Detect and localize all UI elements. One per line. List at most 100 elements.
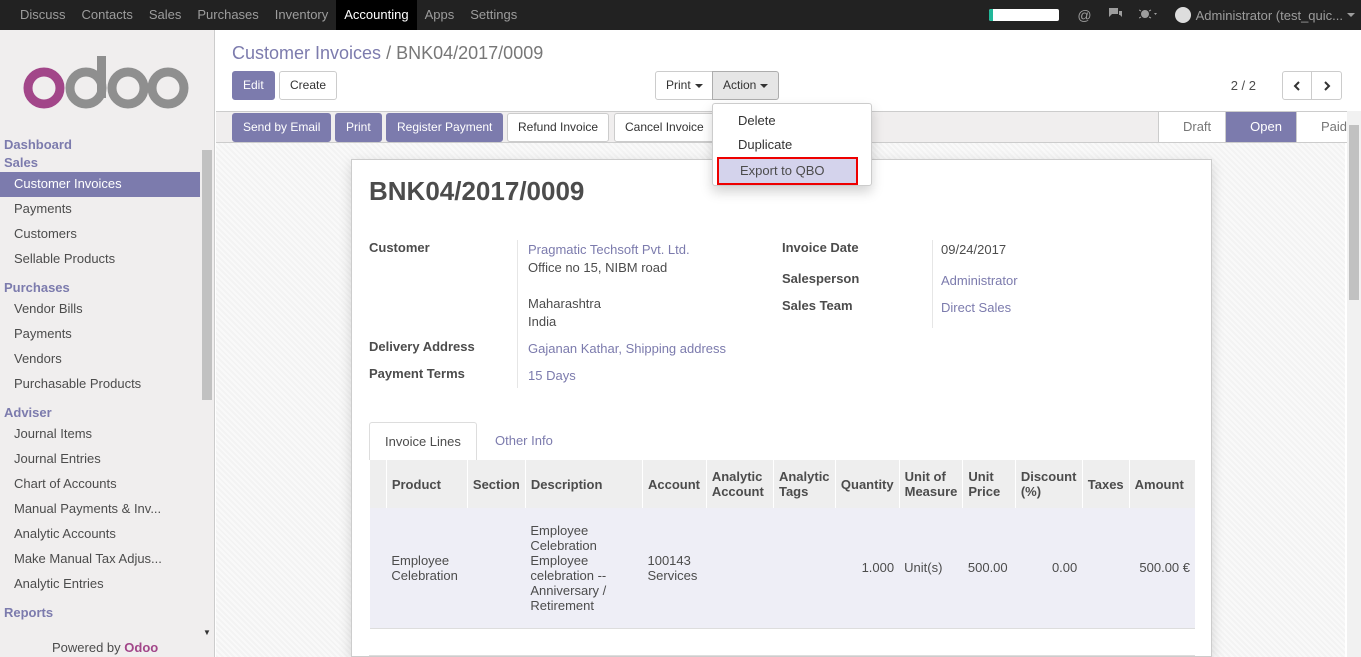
- cell-quantity: 1.000: [835, 508, 900, 629]
- sidebar-item-purchasable-products[interactable]: Purchasable Products: [0, 372, 200, 397]
- cancel-invoice-button[interactable]: Cancel Invoice: [614, 113, 715, 142]
- tab-other-info[interactable]: Other Info: [480, 422, 568, 462]
- powered-by: Powered by Odoo: [52, 640, 158, 655]
- breadcrumb-parent[interactable]: Customer Invoices: [232, 43, 381, 63]
- page-scrollbar[interactable]: [1347, 111, 1361, 657]
- sidebar-item-vendor-bills[interactable]: Vendor Bills: [0, 297, 200, 322]
- menu-item-delete[interactable]: Delete: [713, 109, 871, 133]
- scroll-down-icon[interactable]: ▼: [203, 628, 211, 637]
- pager-previous-button[interactable]: [1282, 71, 1312, 100]
- salesperson-value[interactable]: Administrator: [941, 273, 1018, 288]
- pager-next-button[interactable]: [1311, 71, 1342, 100]
- top-menu-purchases[interactable]: Purchases: [189, 0, 266, 30]
- chevron-left-icon: [1293, 81, 1300, 91]
- action-dropdown-label: Action: [723, 78, 757, 92]
- sidebar-item-analytic-accounts[interactable]: Analytic Accounts: [0, 522, 200, 547]
- create-button[interactable]: Create: [279, 71, 338, 100]
- sidebar-item-analytic-entries[interactable]: Analytic Entries: [0, 572, 200, 597]
- column-header-analytic-tags[interactable]: Analytic Tags: [772, 460, 836, 508]
- column-header-account[interactable]: Account: [641, 460, 707, 508]
- systray: @ Administrator (test_quic...: [989, 0, 1361, 30]
- cell-account: 100143 Services: [642, 508, 707, 629]
- odoo-logo[interactable]: [22, 52, 192, 115]
- cell-description: Employee Celebration Employee celebratio…: [525, 508, 643, 629]
- top-menu-sales[interactable]: Sales: [141, 0, 190, 30]
- sidebar-section-purchases: Purchases: [4, 280, 70, 295]
- sidebar-item-journal-items[interactable]: Journal Items: [0, 422, 200, 447]
- column-header-unit-price[interactable]: Unit Price: [962, 460, 1016, 508]
- invoice-sheet: BNK04/2017/0009 Customer Pragmatic Techs…: [351, 159, 1212, 657]
- menu-item-export-to-qbo[interactable]: Export to QBO: [717, 157, 858, 185]
- sidebar-item-chart-of-accounts[interactable]: Chart of Accounts: [0, 472, 200, 497]
- chevron-down-icon: [1347, 13, 1355, 17]
- refund-invoice-button[interactable]: Refund Invoice: [507, 113, 610, 142]
- delivery-address-label: Delivery Address: [369, 339, 475, 354]
- sales-team-value[interactable]: Direct Sales: [941, 300, 1011, 315]
- print-button[interactable]: Print: [335, 113, 382, 142]
- bug-icon[interactable]: [1138, 7, 1159, 23]
- stage-draft[interactable]: Draft: [1157, 112, 1226, 142]
- sidebar-item-payments[interactable]: Payments: [0, 197, 200, 222]
- top-menu-discuss[interactable]: Discuss: [12, 0, 74, 30]
- column-header-section[interactable]: Section: [466, 460, 526, 508]
- at-icon[interactable]: @: [1077, 7, 1091, 23]
- payment-terms-value[interactable]: 15 Days: [528, 368, 576, 383]
- top-menu-apps[interactable]: Apps: [417, 0, 463, 30]
- delivery-address-value[interactable]: Gajanan Kathar, Shipping address: [528, 341, 726, 356]
- cell-analytic-account: [706, 508, 774, 629]
- column-header-amount[interactable]: Amount: [1128, 460, 1195, 508]
- print-dropdown-button[interactable]: Print: [655, 71, 714, 100]
- print-dropdown-label: Print: [666, 78, 691, 92]
- sidebar-item-customers[interactable]: Customers: [0, 222, 200, 247]
- top-menu-contacts[interactable]: Contacts: [74, 0, 141, 30]
- edit-button[interactable]: Edit: [232, 71, 275, 100]
- column-header-description[interactable]: Description: [524, 460, 643, 508]
- sidebar-item-vendors[interactable]: Vendors: [0, 347, 200, 372]
- breadcrumb-separator: /: [386, 43, 392, 63]
- status-stages: Draft Open Paid: [1157, 112, 1361, 142]
- column-header-product[interactable]: Product: [385, 460, 468, 508]
- top-navbar: Discuss Contacts Sales Purchases Inventory Ac…: [0, 0, 1361, 30]
- sidebar-scrollbar[interactable]: [202, 150, 212, 400]
- sidebar-item-payments[interactable]: Payments: [0, 322, 200, 347]
- send-email-button[interactable]: Send by Email: [232, 113, 332, 142]
- action-dropdown-button[interactable]: Action: [712, 71, 780, 100]
- customer-address-line: Office no 15, NIBM road: [528, 260, 668, 275]
- top-menu-inventory[interactable]: Inventory: [267, 0, 336, 30]
- powered-brand[interactable]: Odoo: [124, 640, 158, 655]
- breadcrumb: Customer Invoices / BNK04/2017/0009: [232, 43, 543, 64]
- invoice-date-label: Invoice Date: [782, 240, 859, 255]
- top-menu-settings[interactable]: Settings: [462, 0, 525, 30]
- table-row[interactable]: Employee Celebration Employee Celebration…: [369, 508, 1195, 629]
- handle-column-header: [369, 460, 387, 508]
- progress-bar: [989, 9, 1060, 21]
- sidebar-item-customer-invoices[interactable]: Customer Invoices: [0, 172, 200, 197]
- notebook-tabs: Invoice Lines Other Info: [369, 422, 1195, 462]
- sidebar-item-sellable-products[interactable]: Sellable Products: [0, 247, 200, 272]
- column-header-taxes[interactable]: Taxes: [1081, 460, 1130, 508]
- stage-open[interactable]: Open: [1225, 112, 1296, 142]
- customer-name[interactable]: Pragmatic Techsoft Pvt. Ltd.: [528, 242, 690, 257]
- sidebar-item-manual-payments-inv[interactable]: Manual Payments & Inv...: [0, 497, 200, 522]
- sidebar-item-make-manual-tax-adjus[interactable]: Make Manual Tax Adjus...: [0, 547, 200, 572]
- column-header-discount[interactable]: Discount (%): [1014, 460, 1083, 508]
- menu-item-duplicate[interactable]: Duplicate: [713, 133, 871, 157]
- chat-icon[interactable]: [1108, 7, 1123, 23]
- customer-label: Customer: [369, 240, 430, 255]
- register-payment-button[interactable]: Register Payment: [386, 113, 504, 142]
- avatar: [1174, 7, 1191, 23]
- tab-invoice-lines[interactable]: Invoice Lines: [369, 422, 477, 462]
- sidebar-item-journal-entries[interactable]: Journal Entries: [0, 447, 200, 472]
- column-header-quantity[interactable]: Quantity: [834, 460, 900, 508]
- cell-price: 500.00: [962, 508, 1016, 629]
- top-menu-accounting[interactable]: Accounting: [336, 0, 417, 30]
- page-scrollbar-thumb[interactable]: [1349, 125, 1359, 300]
- sidebar-section-dashboard[interactable]: Dashboard: [0, 136, 200, 154]
- divider: [932, 240, 933, 328]
- user-menu[interactable]: Administrator (test_quic...: [1174, 7, 1355, 23]
- pager-value[interactable]: 2 / 2: [1231, 78, 1256, 93]
- sidebar-section-sales: Sales: [4, 155, 38, 170]
- column-header-unit-of-measure[interactable]: Unit of Measure: [898, 460, 963, 508]
- chevron-down-icon: [760, 83, 769, 88]
- column-header-analytic-account[interactable]: Analytic Account: [705, 460, 774, 508]
